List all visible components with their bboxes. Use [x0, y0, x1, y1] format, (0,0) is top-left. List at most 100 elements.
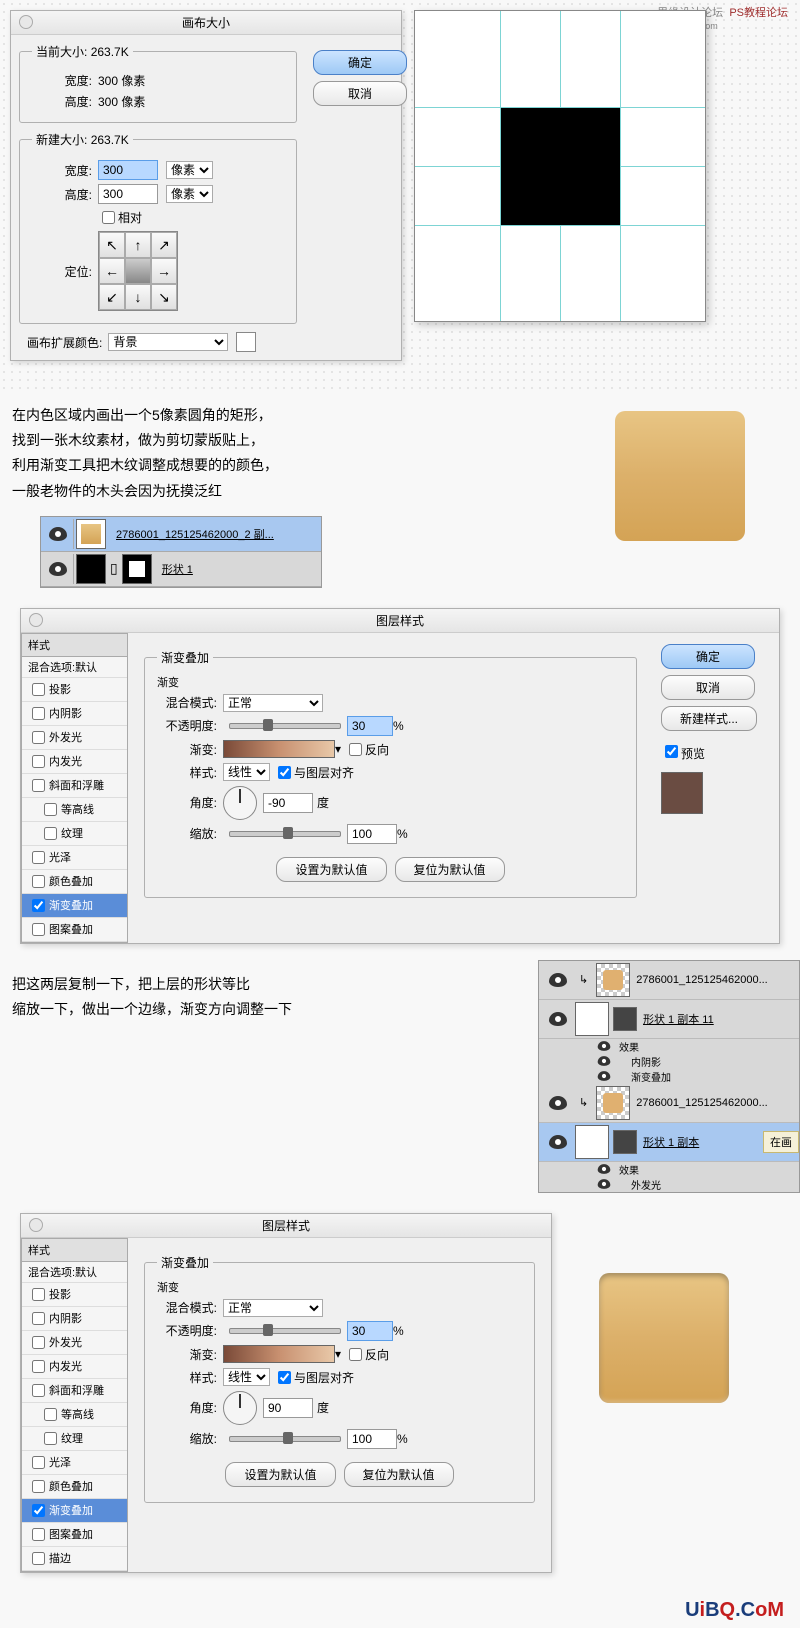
blend-mode-select[interactable]: 正常	[223, 694, 323, 712]
grad-style-select[interactable]: 线性	[223, 763, 270, 781]
relative-checkbox[interactable]	[102, 211, 115, 224]
style-item[interactable]: 内发光	[22, 1355, 127, 1379]
close-icon[interactable]	[19, 15, 33, 29]
visibility-icon[interactable]	[49, 562, 67, 576]
scale-slider[interactable]	[229, 831, 341, 837]
gradient-preview[interactable]	[223, 740, 335, 758]
width-unit[interactable]: 像素	[166, 161, 213, 179]
watermark-sub: PS教程论坛	[729, 7, 788, 19]
scale-input[interactable]	[347, 824, 397, 844]
style-item[interactable]: 图案叠加	[22, 918, 127, 942]
align-checkbox[interactable]	[278, 766, 291, 779]
visibility-icon[interactable]	[549, 973, 567, 987]
dropdown-icon[interactable]: ▾	[335, 742, 341, 756]
color-swatch[interactable]	[236, 332, 256, 352]
scale-input[interactable]	[347, 1429, 397, 1449]
angle-dial[interactable]	[223, 1391, 257, 1425]
layer-row[interactable]: ↳ 2786001_125125462000...	[539, 1084, 799, 1123]
anchor-grid[interactable]: ↖ ↑ ↗ ← → ↙ ↓ ↘	[98, 231, 178, 311]
style-item[interactable]: 斜面和浮雕	[22, 774, 127, 798]
style-item[interactable]: 光泽	[22, 1451, 127, 1475]
arrow-s-icon[interactable]: ↓	[125, 284, 151, 310]
blend-mode-select[interactable]: 正常	[223, 1299, 323, 1317]
opacity-slider[interactable]	[229, 723, 341, 729]
fx-row[interactable]: 效果	[539, 1162, 799, 1177]
style-item[interactable]: 内发光	[22, 750, 127, 774]
extension-color-select[interactable]: 背景	[108, 333, 228, 351]
close-icon[interactable]	[29, 613, 43, 627]
arrow-n-icon[interactable]: ↑	[125, 232, 151, 258]
align-checkbox[interactable]	[278, 1371, 291, 1384]
reverse-checkbox[interactable]	[349, 743, 362, 756]
gradient-preview[interactable]	[223, 1345, 335, 1363]
style-item[interactable]: 混合选项:默认	[22, 1262, 127, 1283]
style-item[interactable]: 等高线	[22, 798, 127, 822]
layer-row[interactable]: ↳ 2786001_125125462000...	[539, 961, 799, 1000]
style-item[interactable]: 颜色叠加	[22, 870, 127, 894]
angle-dial[interactable]	[223, 786, 257, 820]
style-item-gradient[interactable]: 渐变叠加	[22, 894, 127, 918]
style-item[interactable]: 外发光	[22, 1331, 127, 1355]
arrow-w-icon[interactable]: ←	[99, 258, 125, 284]
layer-row[interactable]: 形状 1 副本 11	[539, 1000, 799, 1039]
arrow-nw-icon[interactable]: ↖	[99, 232, 125, 258]
opacity-slider[interactable]	[229, 1328, 341, 1334]
width-input[interactable]	[98, 160, 158, 180]
cancel-button[interactable]: 取消	[661, 675, 755, 700]
style-item[interactable]: 内阴影	[22, 1307, 127, 1331]
style-item[interactable]: 内阴影	[22, 702, 127, 726]
style-item[interactable]: 斜面和浮雕	[22, 1379, 127, 1403]
fx-row[interactable]: 渐变叠加	[539, 1069, 799, 1084]
style-item[interactable]: 描边	[22, 1547, 127, 1571]
visibility-icon[interactable]	[549, 1135, 567, 1149]
reset-default-button[interactable]: 复位为默认值	[344, 1462, 454, 1487]
style-item[interactable]: 光泽	[22, 846, 127, 870]
visibility-icon[interactable]	[549, 1096, 567, 1110]
cancel-button[interactable]: 取消	[313, 81, 407, 106]
height-input[interactable]	[98, 184, 158, 204]
style-item[interactable]: 纹理	[22, 822, 127, 846]
style-item[interactable]: 纹理	[22, 1427, 127, 1451]
ok-button[interactable]: 确定	[313, 50, 407, 75]
instruction-text: 把这两层复制一下，把上层的形状等比 缩放一下，做出一个边缘，渐变方向调整一下	[0, 972, 526, 1022]
ok-button[interactable]: 确定	[661, 644, 755, 669]
grad-style-select[interactable]: 线性	[223, 1368, 270, 1386]
arrow-sw-icon[interactable]: ↙	[99, 284, 125, 310]
fx-row[interactable]: 效果	[539, 1039, 799, 1054]
style-item-gradient[interactable]: 渐变叠加	[22, 1499, 127, 1523]
reverse-checkbox[interactable]	[349, 1348, 362, 1361]
layer-row[interactable]: 形状 1 副本 在画	[539, 1123, 799, 1162]
preview-checkbox[interactable]	[665, 745, 678, 758]
angle-input[interactable]	[263, 1398, 313, 1418]
close-icon[interactable]	[29, 1218, 43, 1232]
height-unit[interactable]: 像素	[166, 185, 213, 203]
opacity-input[interactable]	[347, 1321, 393, 1341]
reset-default-button[interactable]: 复位为默认值	[395, 857, 505, 882]
wood-preview	[615, 411, 745, 541]
layer-row[interactable]: ▯ 形状 1	[41, 552, 321, 587]
style-item[interactable]: 图案叠加	[22, 1523, 127, 1547]
style-item[interactable]: 等高线	[22, 1403, 127, 1427]
visibility-icon[interactable]	[549, 1012, 567, 1026]
opacity-input[interactable]	[347, 716, 393, 736]
new-style-button[interactable]: 新建样式...	[661, 706, 757, 731]
fx-row[interactable]: 内阴影	[539, 1054, 799, 1069]
style-item[interactable]: 外发光	[22, 726, 127, 750]
style-item[interactable]: 颜色叠加	[22, 1475, 127, 1499]
dropdown-icon[interactable]: ▾	[335, 1347, 341, 1361]
set-default-button[interactable]: 设置为默认值	[276, 857, 386, 882]
set-default-button[interactable]: 设置为默认值	[225, 1462, 335, 1487]
scale-slider[interactable]	[229, 1436, 341, 1442]
arrow-e-icon[interactable]: →	[151, 258, 177, 284]
style-item[interactable]: 混合选项:默认	[22, 657, 127, 678]
arrow-ne-icon[interactable]: ↗	[151, 232, 177, 258]
arrow-se-icon[interactable]: ↘	[151, 284, 177, 310]
layer-row[interactable]: 2786001_125125462000_2 副...	[41, 517, 321, 552]
anchor-center[interactable]	[125, 258, 151, 284]
layer-style-dialog-2: 图层样式 样式 混合选项:默认 投影 内阴影 外发光 内发光 斜面和浮雕 等高线…	[20, 1213, 552, 1573]
style-item[interactable]: 投影	[22, 1283, 127, 1307]
angle-input[interactable]	[263, 793, 313, 813]
style-item[interactable]: 投影	[22, 678, 127, 702]
fx-row[interactable]: 外发光	[539, 1177, 799, 1192]
visibility-icon[interactable]	[49, 527, 67, 541]
